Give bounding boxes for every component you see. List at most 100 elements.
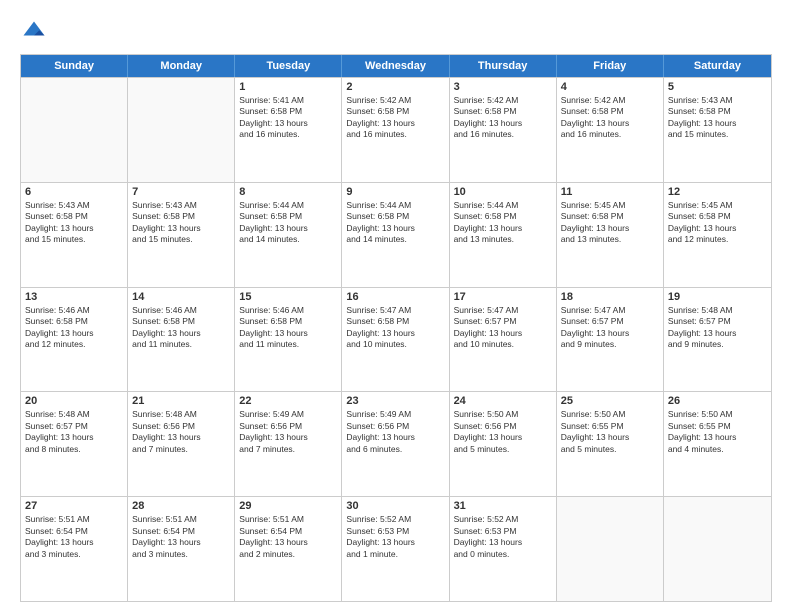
calendar-cell-11: 11Sunrise: 5:45 AMSunset: 6:58 PMDayligh…	[557, 183, 664, 287]
calendar-row-0: 1Sunrise: 5:41 AMSunset: 6:58 PMDaylight…	[21, 77, 771, 182]
cell-line: Sunset: 6:58 PM	[132, 211, 230, 222]
cell-line: and 11 minutes.	[239, 339, 337, 350]
day-number: 9	[346, 186, 444, 198]
cell-line: Sunrise: 5:46 AM	[132, 305, 230, 316]
calendar-cell-23: 23Sunrise: 5:49 AMSunset: 6:56 PMDayligh…	[342, 392, 449, 496]
cell-line: and 15 minutes.	[668, 129, 767, 140]
cell-line: Sunrise: 5:50 AM	[668, 409, 767, 420]
cell-line: Sunrise: 5:49 AM	[239, 409, 337, 420]
cell-line: Sunset: 6:58 PM	[25, 211, 123, 222]
cell-line: and 16 minutes.	[454, 129, 552, 140]
cell-line: Sunrise: 5:46 AM	[239, 305, 337, 316]
cell-line: Daylight: 13 hours	[239, 432, 337, 443]
cell-line: Sunset: 6:55 PM	[561, 421, 659, 432]
cell-line: Sunset: 6:58 PM	[239, 211, 337, 222]
header-day-wednesday: Wednesday	[342, 55, 449, 77]
cell-line: Sunrise: 5:51 AM	[132, 514, 230, 525]
day-number: 31	[454, 500, 552, 512]
cell-line: Sunset: 6:56 PM	[132, 421, 230, 432]
day-number: 28	[132, 500, 230, 512]
cell-line: Sunset: 6:58 PM	[454, 106, 552, 117]
page: SundayMondayTuesdayWednesdayThursdayFrid…	[0, 0, 792, 612]
cell-line: and 16 minutes.	[561, 129, 659, 140]
cell-line: Sunset: 6:58 PM	[239, 316, 337, 327]
cell-line: and 13 minutes.	[454, 234, 552, 245]
cell-line: Sunrise: 5:47 AM	[346, 305, 444, 316]
cell-line: and 6 minutes.	[346, 444, 444, 455]
cell-line: Daylight: 13 hours	[668, 328, 767, 339]
cell-line: Sunset: 6:58 PM	[25, 316, 123, 327]
cell-line: Sunrise: 5:47 AM	[561, 305, 659, 316]
cell-line: and 14 minutes.	[346, 234, 444, 245]
calendar-cell-1: 1Sunrise: 5:41 AMSunset: 6:58 PMDaylight…	[235, 78, 342, 182]
cell-line: Daylight: 13 hours	[668, 432, 767, 443]
cell-line: Daylight: 13 hours	[561, 223, 659, 234]
calendar-cell-24: 24Sunrise: 5:50 AMSunset: 6:56 PMDayligh…	[450, 392, 557, 496]
cell-line: Daylight: 13 hours	[132, 537, 230, 548]
cell-line: and 3 minutes.	[25, 549, 123, 560]
day-number: 3	[454, 81, 552, 93]
cell-line: Sunset: 6:58 PM	[668, 211, 767, 222]
cell-line: Sunset: 6:57 PM	[454, 316, 552, 327]
calendar-cell-22: 22Sunrise: 5:49 AMSunset: 6:56 PMDayligh…	[235, 392, 342, 496]
cell-line: and 5 minutes.	[561, 444, 659, 455]
calendar-cell-19: 19Sunrise: 5:48 AMSunset: 6:57 PMDayligh…	[664, 288, 771, 392]
day-number: 21	[132, 395, 230, 407]
cell-line: and 12 minutes.	[668, 234, 767, 245]
calendar-row-4: 27Sunrise: 5:51 AMSunset: 6:54 PMDayligh…	[21, 496, 771, 601]
calendar-cell-15: 15Sunrise: 5:46 AMSunset: 6:58 PMDayligh…	[235, 288, 342, 392]
cell-line: Sunrise: 5:44 AM	[239, 200, 337, 211]
cell-line: Sunrise: 5:43 AM	[668, 95, 767, 106]
day-number: 6	[25, 186, 123, 198]
day-number: 25	[561, 395, 659, 407]
cell-line: and 15 minutes.	[132, 234, 230, 245]
calendar-cell-2: 2Sunrise: 5:42 AMSunset: 6:58 PMDaylight…	[342, 78, 449, 182]
header	[20, 18, 772, 46]
cell-line: Sunrise: 5:48 AM	[668, 305, 767, 316]
cell-line: Sunset: 6:55 PM	[668, 421, 767, 432]
header-day-monday: Monday	[128, 55, 235, 77]
cell-line: Sunset: 6:58 PM	[346, 211, 444, 222]
cell-line: and 14 minutes.	[239, 234, 337, 245]
cell-line: Sunset: 6:58 PM	[561, 106, 659, 117]
header-day-saturday: Saturday	[664, 55, 771, 77]
day-number: 13	[25, 291, 123, 303]
cell-line: Sunset: 6:53 PM	[454, 526, 552, 537]
cell-line: and 7 minutes.	[239, 444, 337, 455]
day-number: 26	[668, 395, 767, 407]
logo-icon	[20, 18, 48, 46]
cell-line: Sunrise: 5:43 AM	[132, 200, 230, 211]
header-day-thursday: Thursday	[450, 55, 557, 77]
cell-line: Sunrise: 5:48 AM	[132, 409, 230, 420]
cell-line: Daylight: 13 hours	[25, 328, 123, 339]
calendar-cell-18: 18Sunrise: 5:47 AMSunset: 6:57 PMDayligh…	[557, 288, 664, 392]
cell-line: and 10 minutes.	[346, 339, 444, 350]
cell-line: Sunrise: 5:51 AM	[25, 514, 123, 525]
header-day-tuesday: Tuesday	[235, 55, 342, 77]
cell-line: Sunset: 6:58 PM	[346, 106, 444, 117]
cell-line: Sunrise: 5:42 AM	[346, 95, 444, 106]
cell-line: Sunrise: 5:52 AM	[346, 514, 444, 525]
cell-line: Sunset: 6:56 PM	[239, 421, 337, 432]
day-number: 16	[346, 291, 444, 303]
header-day-sunday: Sunday	[21, 55, 128, 77]
cell-line: Daylight: 13 hours	[454, 223, 552, 234]
calendar-cell-31: 31Sunrise: 5:52 AMSunset: 6:53 PMDayligh…	[450, 497, 557, 601]
cell-line: Sunset: 6:58 PM	[346, 316, 444, 327]
calendar-cell-21: 21Sunrise: 5:48 AMSunset: 6:56 PMDayligh…	[128, 392, 235, 496]
calendar-cell-12: 12Sunrise: 5:45 AMSunset: 6:58 PMDayligh…	[664, 183, 771, 287]
cell-line: and 5 minutes.	[454, 444, 552, 455]
cell-line: Sunrise: 5:51 AM	[239, 514, 337, 525]
day-number: 18	[561, 291, 659, 303]
cell-line: Sunset: 6:57 PM	[561, 316, 659, 327]
cell-line: Sunrise: 5:41 AM	[239, 95, 337, 106]
cell-line: Sunrise: 5:44 AM	[454, 200, 552, 211]
cell-line: and 1 minute.	[346, 549, 444, 560]
calendar-row-1: 6Sunrise: 5:43 AMSunset: 6:58 PMDaylight…	[21, 182, 771, 287]
cell-line: Sunrise: 5:50 AM	[561, 409, 659, 420]
day-number: 4	[561, 81, 659, 93]
cell-line: Daylight: 13 hours	[25, 223, 123, 234]
cell-line: and 8 minutes.	[25, 444, 123, 455]
cell-line: Sunset: 6:58 PM	[454, 211, 552, 222]
calendar-cell-5: 5Sunrise: 5:43 AMSunset: 6:58 PMDaylight…	[664, 78, 771, 182]
